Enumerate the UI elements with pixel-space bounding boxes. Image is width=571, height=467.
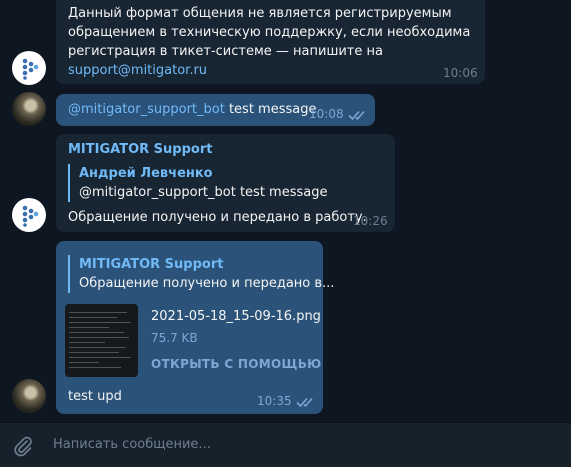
message-composer[interactable]: Написать сообщение...	[0, 422, 571, 467]
message-time: 10:26	[353, 214, 388, 228]
message-text-line: регистрация в тикет-системе — напишите н…	[68, 44, 383, 59]
email-link[interactable]: support@mitigator.ru	[68, 61, 207, 80]
message-text-line: обращением в техническую поддержку, если…	[68, 25, 471, 40]
mitigator-logo-icon	[22, 58, 39, 80]
reply-text: @mitigator_support_bot test message	[79, 185, 328, 200]
file-name[interactable]: 2021-05-18_15-09-16.png	[151, 309, 321, 324]
reply-text: Обращение получено и передано в...	[79, 276, 335, 291]
user-avatar[interactable]	[12, 379, 46, 413]
mitigator-logo-icon	[22, 205, 39, 227]
message-time: 10:08	[309, 107, 344, 121]
message-input[interactable]: Написать сообщение...	[53, 437, 211, 452]
message-bubble-incoming[interactable]: MITIGATOR Support Андрей Левченко @mitig…	[56, 134, 395, 232]
open-with-button[interactable]: ОТКРЫТЬ С ПОМОЩЬЮ	[151, 357, 322, 371]
reply-author: Андрей Левченко	[79, 166, 213, 181]
message-text: Обращение получено и передано в работу.	[68, 210, 367, 225]
paperclip-icon[interactable]	[12, 435, 34, 457]
message-bubble-outgoing[interactable]: @mitigator_support_bot test message 10:0…	[56, 94, 375, 126]
reply-author: MITIGATOR Support	[79, 257, 224, 272]
user-avatar[interactable]	[12, 92, 46, 126]
message-text-line: Данный формат общения не является регист…	[68, 6, 452, 21]
reply-quote[interactable]: MITIGATOR Support Обращение получено и п…	[68, 255, 334, 293]
bot-avatar[interactable]	[12, 198, 46, 232]
file-thumbnail[interactable]	[65, 304, 138, 377]
message-list[interactable]: Данный формат общения не является регист…	[0, 0, 571, 422]
reply-quote[interactable]: Андрей Левченко @mitigator_support_bot t…	[68, 164, 327, 202]
bot-mention-link[interactable]: @mitigator_support_bot	[68, 102, 225, 117]
message-time: 10:06	[443, 66, 478, 80]
bot-avatar[interactable]	[12, 51, 46, 85]
sender-name[interactable]: MITIGATOR Support	[68, 142, 212, 157]
double-check-icon	[348, 110, 365, 121]
message-text: @mitigator_support_bot test message	[68, 100, 316, 119]
message-time: 10:35	[257, 394, 292, 408]
message-bubble-incoming[interactable]: Данный формат общения не является регист…	[56, 0, 485, 84]
message-text-body: test message	[224, 102, 317, 117]
double-check-icon	[296, 397, 313, 408]
message-bubble-outgoing[interactable]: MITIGATOR Support Обращение получено и п…	[56, 241, 334, 414]
file-size: 75.7 KB	[151, 331, 198, 345]
message-text: test upd	[68, 389, 122, 404]
